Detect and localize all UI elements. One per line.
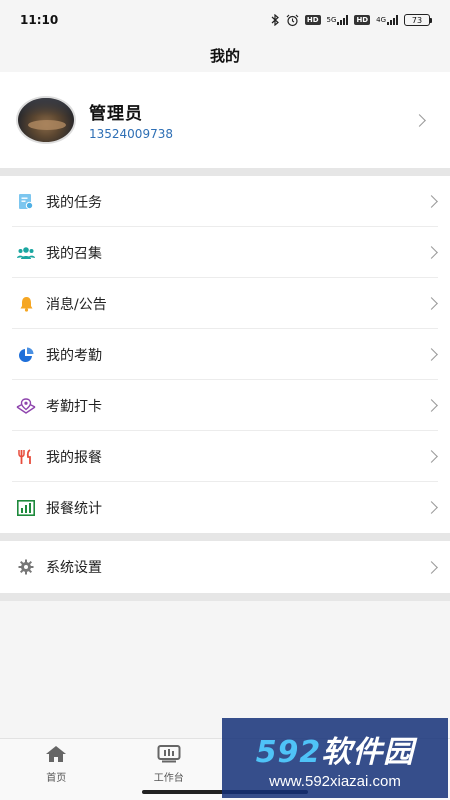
menu-item-my-attendance[interactable]: 我的考勤 [0, 329, 450, 380]
fork-knife-icon [16, 447, 36, 467]
chevron-right-icon [425, 246, 438, 259]
home-icon [45, 745, 67, 766]
tab-home[interactable]: 首页 [0, 739, 113, 800]
menu-item-clock-in[interactable]: 考勤打卡 [0, 380, 450, 431]
section-divider [0, 168, 450, 176]
bar-chart-icon [16, 498, 36, 518]
avatar [16, 96, 76, 144]
section-divider [0, 533, 450, 541]
monitor-icon [157, 745, 181, 766]
pie-chart-icon [16, 345, 36, 365]
net-type-label: 4G [376, 16, 386, 24]
menu-item-my-meals[interactable]: 我的报餐 [0, 431, 450, 482]
page-title-text: 我的 [209, 46, 240, 65]
task-doc-icon [16, 192, 36, 212]
profile-info: 管理员 13524009738 [89, 99, 415, 141]
watermark-number: 592 [255, 734, 322, 770]
profile-card[interactable]: 管理员 13524009738 [0, 72, 450, 168]
page-title: 我的 [0, 40, 450, 70]
menu-item-my-gathering[interactable]: 我的召集 [0, 227, 450, 278]
menu-item-label: 我的考勤 [46, 347, 102, 364]
chevron-right-icon [425, 501, 438, 514]
menu-item-label: 我的召集 [46, 245, 102, 262]
section-divider [0, 593, 450, 601]
location-pin-icon [16, 396, 36, 416]
watermark-text: 软件园 [321, 734, 415, 770]
alarm-icon [286, 14, 299, 27]
chevron-right-icon [425, 297, 438, 310]
menu-item-label: 消息/公告 [46, 296, 107, 313]
chevron-right-icon [425, 195, 438, 208]
watermark-url: www.592xiazai.com [269, 772, 401, 790]
chevron-right-icon [425, 348, 438, 361]
bluetooth-icon [271, 14, 280, 26]
net-type-label: 5G [326, 16, 337, 24]
profile-phone: 13524009738 [89, 127, 173, 141]
battery-icon: 73 [404, 14, 432, 26]
signal-icon: 4G [376, 15, 398, 25]
menu-item-label: 我的报餐 [46, 449, 102, 466]
menu-item-system-settings[interactable]: 系统设置 [0, 541, 450, 593]
watermark: 592软件园 www.592xiazai.com [222, 718, 448, 798]
hd-badge: HD [304, 15, 321, 25]
profile-name: 管理员 [89, 104, 143, 124]
chevron-right-icon [425, 560, 438, 574]
menu-list: 我的任务 我的召集 消息/公告 我的考勤 考勤打卡 我的报餐 报餐统计 [0, 176, 450, 533]
tab-label: 首页 [46, 773, 67, 784]
menu-item-label: 考勤打卡 [46, 398, 102, 415]
menu-item-label: 我的任务 [46, 194, 102, 211]
chevron-right-icon [413, 113, 426, 127]
status-icons: HD 5G HD 4G 73 [271, 14, 432, 27]
status-time: 11:10 [20, 13, 59, 27]
tab-label: 工作台 [153, 773, 184, 784]
menu-item-meal-statistics[interactable]: 报餐统计 [0, 482, 450, 533]
menu-item-messages[interactable]: 消息/公告 [0, 278, 450, 329]
chevron-right-icon [425, 399, 438, 412]
watermark-title: 592软件园 [256, 727, 415, 771]
chevron-right-icon [425, 450, 438, 463]
hd-badge: HD [354, 15, 371, 25]
menu-item-label: 系统设置 [46, 560, 102, 576]
bell-icon [16, 294, 36, 314]
gear-icon [16, 557, 36, 577]
group-users-icon [16, 243, 36, 263]
signal-icon: 5G [327, 15, 349, 25]
status-bar: 11:10 HD 5G HD 4G 73 [0, 0, 450, 40]
menu-item-my-tasks[interactable]: 我的任务 [0, 176, 450, 227]
menu-item-label: 报餐统计 [46, 500, 102, 517]
